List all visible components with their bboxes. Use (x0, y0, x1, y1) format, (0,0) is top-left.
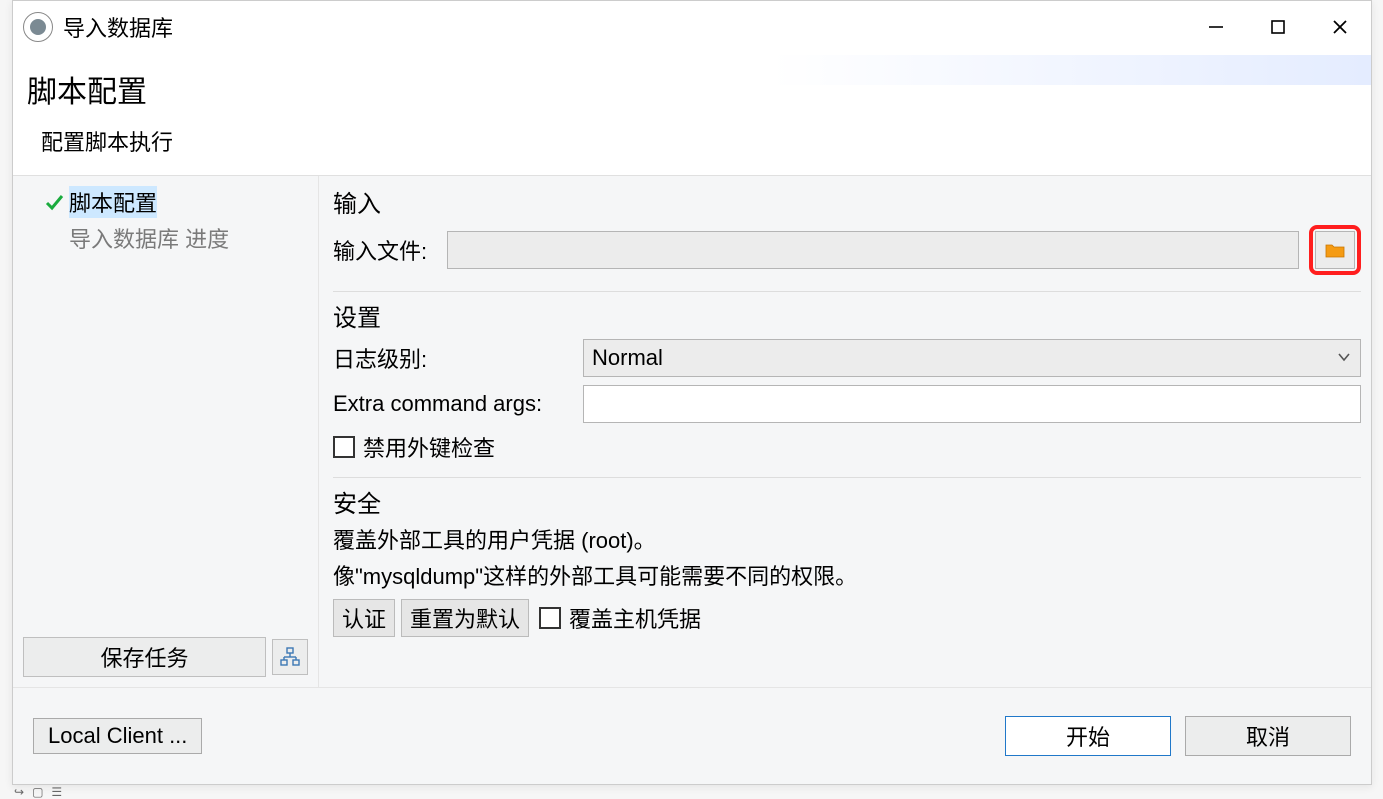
cancel-button[interactable]: 取消 (1185, 716, 1351, 756)
group-title: 安全 (333, 484, 1361, 519)
sidebar-footer: 保存任务 (13, 637, 318, 687)
override-host-row[interactable]: 覆盖主机凭据 (539, 602, 701, 634)
header-decoration (771, 55, 1371, 85)
disable-fk-checkbox[interactable] (333, 436, 355, 458)
titlebar: 导入数据库 (13, 1, 1371, 53)
wizard-main-panel: 输入 输入文件: 设置 日志级别: (319, 176, 1371, 687)
maximize-icon (1269, 18, 1287, 36)
log-level-row: 日志级别: Normal (333, 339, 1361, 377)
override-host-label: 覆盖主机凭据 (569, 602, 701, 634)
schedule-task-button[interactable] (272, 639, 308, 675)
override-host-checkbox[interactable] (539, 607, 561, 629)
chevron-down-icon (1336, 345, 1352, 371)
background-toolbar-strip: ↪ ▢ ☰ (14, 785, 62, 798)
auth-button[interactable]: 认证 (333, 599, 395, 637)
security-desc-2: 像"mysqldump"这样的外部工具可能需要不同的权限。 (333, 561, 1361, 593)
close-button[interactable] (1309, 6, 1371, 48)
group-security: 安全 覆盖外部工具的用户凭据 (root)。 像"mysqldump"这样的外部… (333, 482, 1361, 645)
minimize-button[interactable] (1185, 6, 1247, 48)
input-file-row: 输入文件: (333, 225, 1361, 275)
disable-fk-label: 禁用外键检查 (363, 431, 495, 463)
step-script-config[interactable]: 脚本配置 (13, 184, 318, 220)
start-button[interactable]: 开始 (1005, 716, 1171, 756)
window-controls (1185, 6, 1371, 48)
extra-args-field[interactable] (583, 385, 1361, 423)
disable-fk-row[interactable]: 禁用外键检查 (333, 431, 1361, 463)
extra-args-label: Extra command args: (333, 391, 573, 417)
dialog-footer: Local Client ... 开始 取消 (13, 688, 1371, 784)
browse-file-button[interactable] (1315, 231, 1355, 269)
log-level-value: Normal (592, 345, 663, 371)
dialog-body: 脚本配置 导入数据库 进度 保存任务 (13, 176, 1371, 688)
security-controls: 认证 重置为默认 覆盖主机凭据 (333, 599, 1361, 637)
flowchart-icon (280, 647, 300, 667)
list-icon: ☰ (51, 785, 62, 799)
maximize-button[interactable] (1247, 6, 1309, 48)
step-label: 脚本配置 (69, 186, 157, 218)
log-level-label: 日志级别: (333, 342, 573, 374)
wizard-header: 脚本配置 配置脚本执行 (13, 53, 1371, 176)
input-file-label: 输入文件: (333, 234, 437, 266)
group-title: 输入 (333, 184, 1361, 219)
step-import-progress[interactable]: 导入数据库 进度 (13, 220, 318, 256)
security-desc-1: 覆盖外部工具的用户凭据 (root)。 (333, 525, 1361, 557)
local-client-button[interactable]: Local Client ... (33, 718, 202, 754)
minimize-icon (1207, 18, 1225, 36)
browse-button-highlight (1309, 225, 1361, 275)
group-input: 输入 输入文件: (333, 182, 1361, 292)
square-icon: ▢ (32, 785, 43, 799)
page-subtitle: 配置脚本执行 (41, 125, 1371, 157)
import-database-dialog: 导入数据库 脚本配置 配置脚本执行 (12, 0, 1372, 785)
input-file-field[interactable] (447, 231, 1299, 269)
step-label: 导入数据库 进度 (69, 227, 229, 252)
check-icon (43, 191, 65, 213)
window-title: 导入数据库 (63, 11, 173, 43)
wizard-steps: 脚本配置 导入数据库 进度 (13, 176, 318, 637)
log-level-select[interactable]: Normal (583, 339, 1361, 377)
extra-args-row: Extra command args: (333, 385, 1361, 423)
group-title: 设置 (333, 298, 1361, 333)
arrow-icon: ↪ (14, 785, 24, 799)
folder-icon (1325, 242, 1345, 258)
group-settings: 设置 日志级别: Normal Extra command args: (333, 296, 1361, 478)
reset-default-button[interactable]: 重置为默认 (401, 599, 529, 637)
close-icon (1331, 18, 1349, 36)
app-icon (23, 12, 53, 42)
save-task-button[interactable]: 保存任务 (23, 637, 266, 677)
wizard-sidebar: 脚本配置 导入数据库 进度 保存任务 (13, 176, 319, 687)
